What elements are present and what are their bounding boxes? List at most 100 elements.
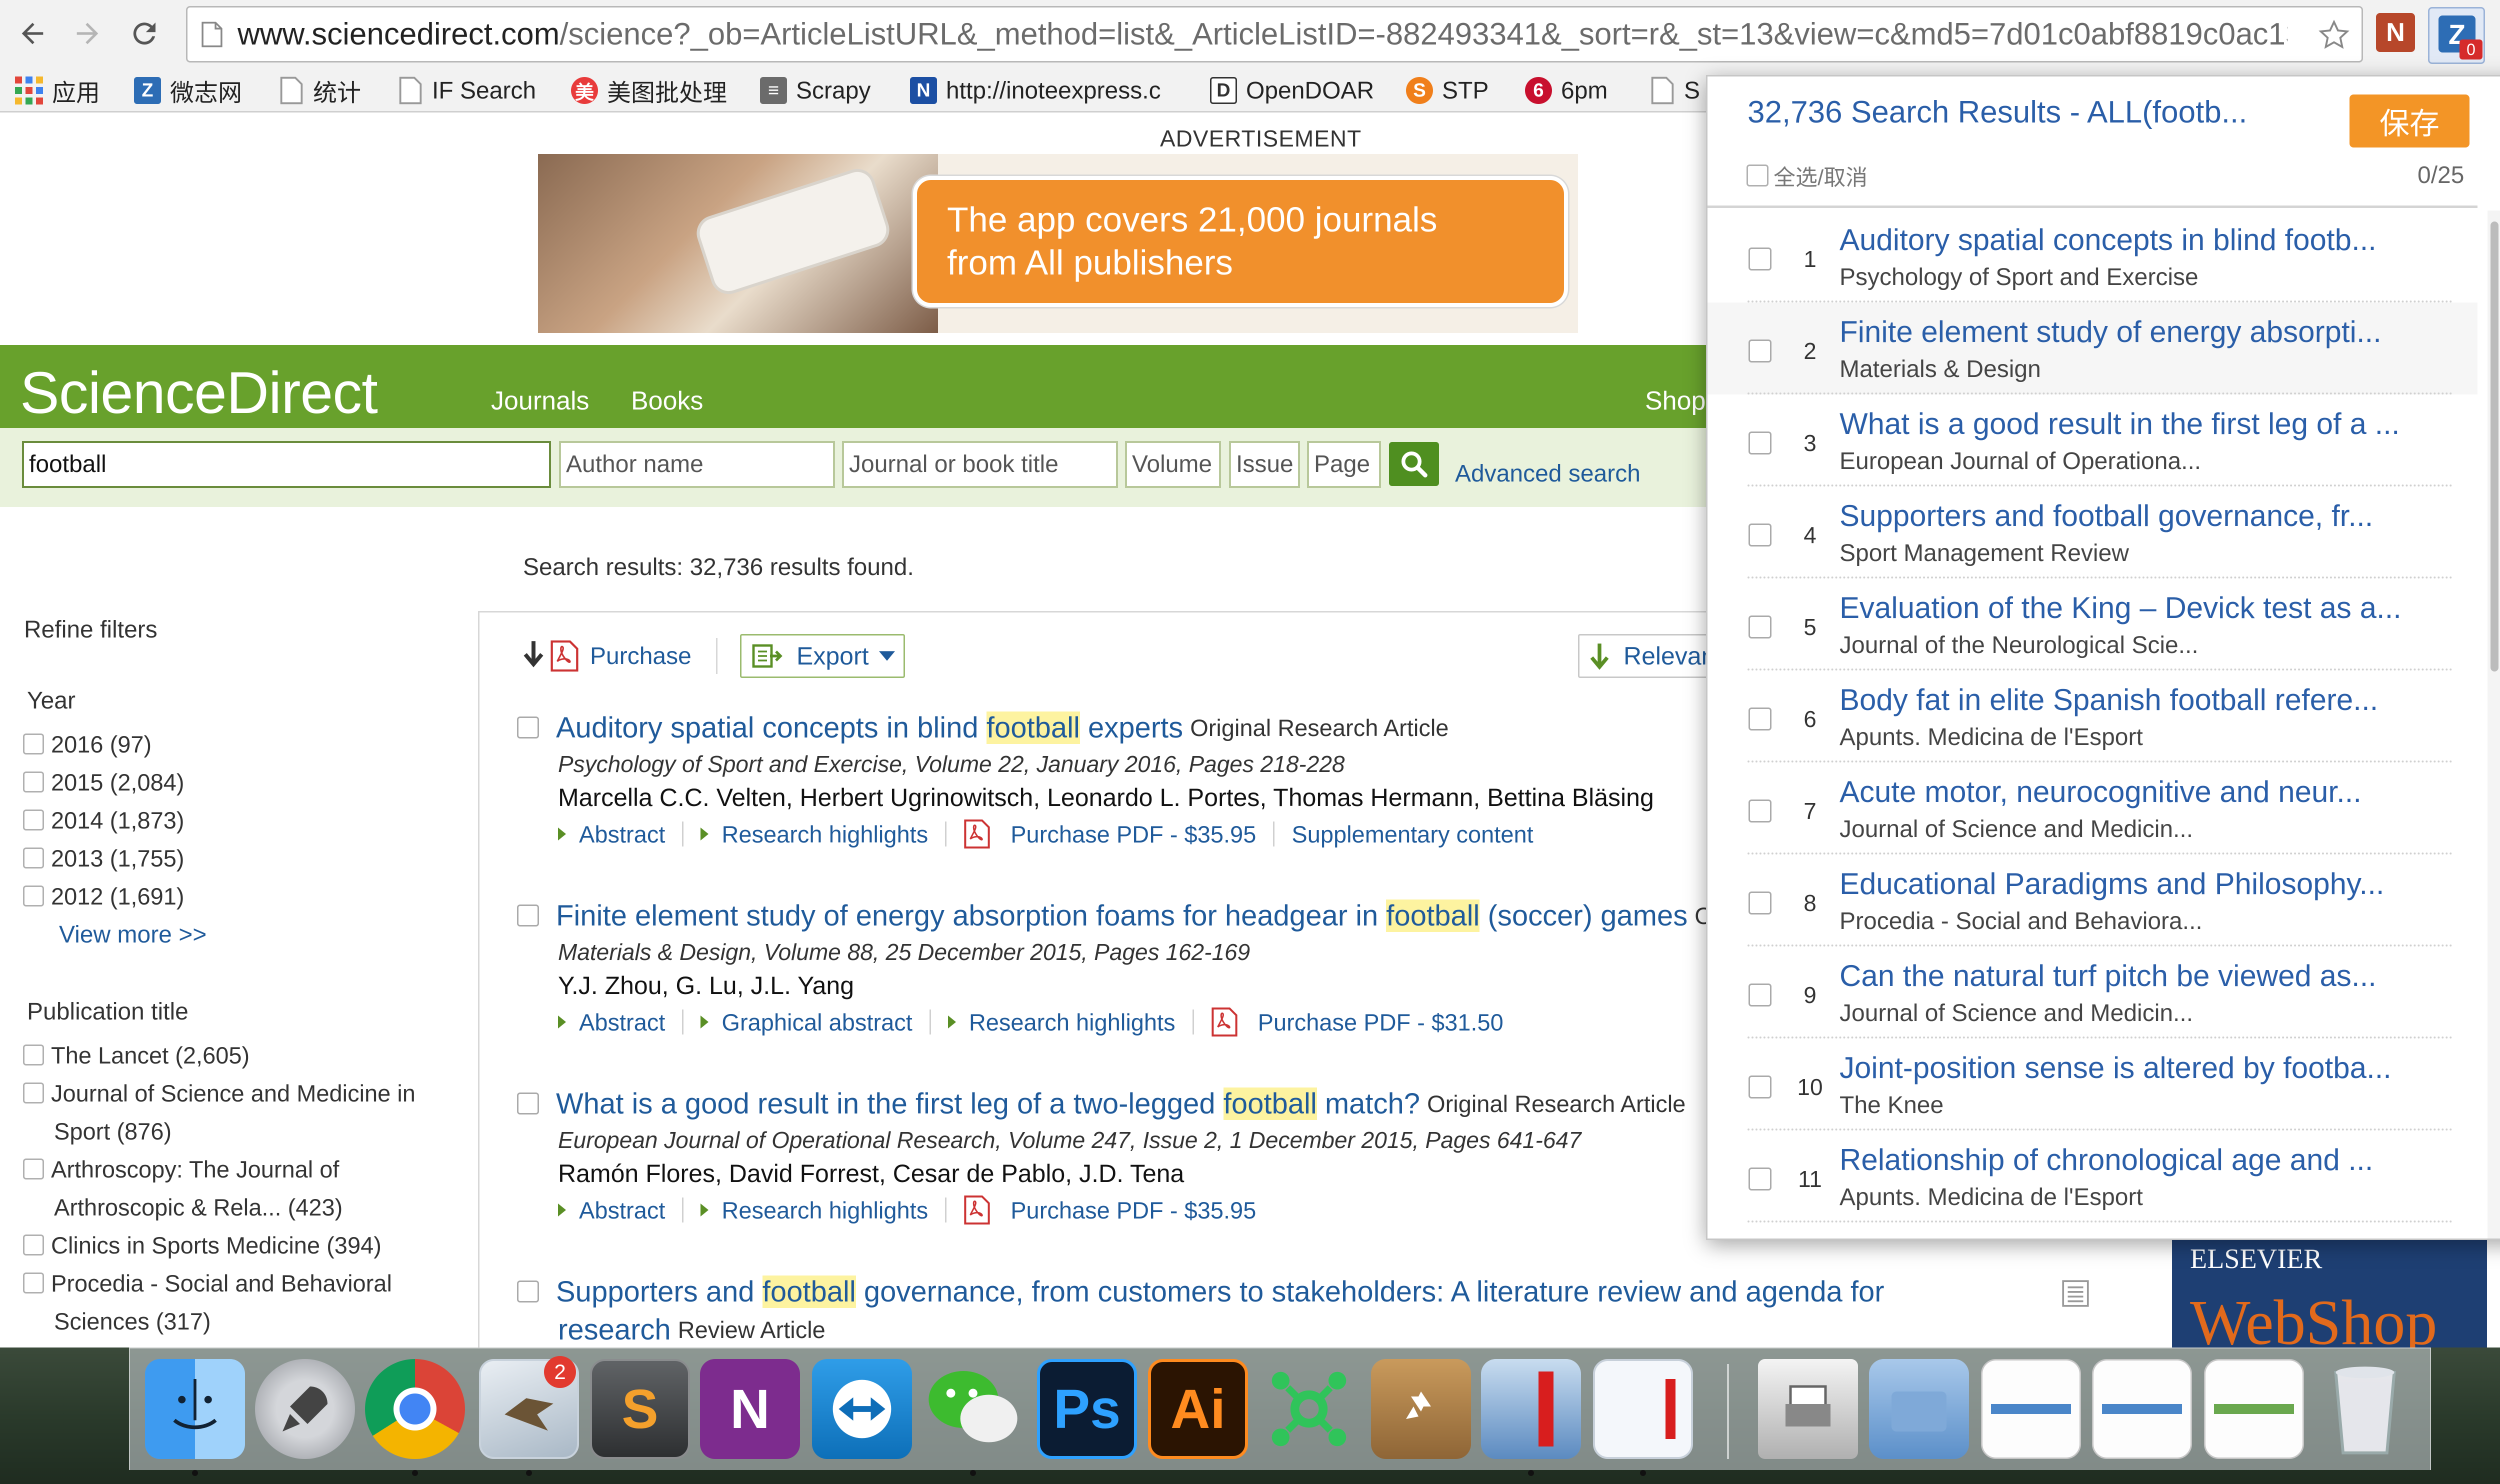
popup-scrollbar-thumb[interactable] bbox=[2490, 222, 2498, 672]
popup-item-checkbox[interactable] bbox=[1748, 248, 1772, 270]
export-dropdown[interactable]: Export bbox=[740, 634, 905, 678]
checkbox[interactable] bbox=[23, 886, 44, 906]
checkbox[interactable] bbox=[23, 848, 44, 868]
wechat-icon[interactable] bbox=[923, 1359, 1023, 1459]
sublime-icon[interactable]: S bbox=[590, 1359, 690, 1459]
result-title-link-cont[interactable]: research bbox=[558, 1313, 671, 1346]
search-button[interactable] bbox=[1389, 442, 1439, 486]
nav-shop[interactable]: Shop bbox=[1645, 386, 1706, 416]
bookmark-6pm[interactable]: 6 6pm bbox=[1525, 72, 1608, 108]
finder-icon[interactable] bbox=[145, 1359, 245, 1459]
popup-item-checkbox[interactable] bbox=[1748, 340, 1772, 362]
popup-item[interactable]: 2 Finite element study of energy absorpti… bbox=[1708, 302, 2478, 394]
result-checkbox[interactable] bbox=[517, 716, 539, 738]
author-input[interactable]: Author name bbox=[559, 441, 835, 488]
popup-item[interactable]: 7 Acute motor, neurocognitive and neur...… bbox=[1708, 762, 2478, 854]
checkbox[interactable] bbox=[23, 810, 44, 830]
popup-item-checkbox[interactable] bbox=[1748, 524, 1772, 546]
bookmark-tongji[interactable]: 统计 bbox=[280, 72, 361, 108]
save-button[interactable]: 保存 bbox=[2350, 94, 2470, 148]
bookmark-stp[interactable]: S STP bbox=[1406, 72, 1488, 108]
zotero-extension-button[interactable]: Z 0 bbox=[2428, 7, 2485, 64]
purchase-pdf-link[interactable]: Purchase PDF - $31.50 bbox=[1211, 1006, 1504, 1038]
photoshop-icon[interactable]: Ps bbox=[1037, 1359, 1137, 1459]
page-input[interactable]: Page bbox=[1307, 441, 1381, 488]
view-more-link[interactable]: View more >> bbox=[59, 921, 206, 948]
address-bar[interactable]: www.sciencedirect.com/science?_ob=Articl… bbox=[186, 6, 2363, 62]
popup-item[interactable]: 8 Educational Paradigms and Philosophy...… bbox=[1708, 854, 2478, 946]
forward-button[interactable] bbox=[65, 11, 110, 56]
bookmark-opendoar[interactable]: D OpenDOAR bbox=[1210, 72, 1374, 108]
popup-item-checkbox[interactable] bbox=[1748, 432, 1772, 454]
purchase-pdf-link[interactable]: Purchase PDF - $35.95 bbox=[964, 1194, 1256, 1226]
abstract-link[interactable]: Abstract bbox=[558, 820, 665, 848]
bookmark-if-search[interactable]: IF Search bbox=[399, 72, 536, 108]
pub-filter-arthroscopy[interactable]: Arthroscopy: The Journal of bbox=[23, 1150, 416, 1188]
result-title-link[interactable]: What is a good result in the first leg o… bbox=[556, 1087, 1420, 1120]
sciencedirect-logo[interactable]: ScienceDirect bbox=[20, 359, 378, 427]
popup-item[interactable]: 5 Evaluation of the King – Devick test as… bbox=[1708, 578, 2478, 670]
nav-books[interactable]: Books bbox=[631, 386, 704, 416]
popup-item[interactable]: 3 What is a good result in the first leg … bbox=[1708, 394, 2478, 486]
abstract-link[interactable]: Abstract bbox=[558, 1008, 665, 1036]
abstract-link[interactable]: Abstract bbox=[558, 1196, 665, 1224]
popup-item-title[interactable]: What is a good result in the first leg o… bbox=[1840, 406, 2400, 441]
year-filter-2016[interactable]: 2016 (97) bbox=[23, 725, 184, 763]
checkbox[interactable] bbox=[23, 734, 44, 754]
popup-item-title[interactable]: Acute motor, neurocognitive and neur... bbox=[1840, 774, 2362, 809]
popup-item-title[interactable]: Relationship of chronological age and ..… bbox=[1840, 1142, 2373, 1177]
result-title-link[interactable]: Finite element study of energy absorptio… bbox=[556, 899, 1688, 932]
search-input[interactable]: football bbox=[22, 441, 551, 488]
checkbox[interactable] bbox=[23, 1158, 44, 1180]
popup-item[interactable]: 4 Supporters and football governance, fr.… bbox=[1708, 486, 2478, 578]
checkbox[interactable] bbox=[23, 772, 44, 792]
back-button[interactable] bbox=[10, 11, 55, 56]
screenshot-icon[interactable] bbox=[2092, 1359, 2192, 1459]
popup-item-title[interactable]: Body fat in elite Spanish football refer… bbox=[1840, 682, 2378, 717]
sort-relevance-button[interactable]: Relevan bbox=[1578, 634, 1718, 678]
year-filter-2015[interactable]: 2015 (2,084) bbox=[23, 763, 184, 801]
nav-journals[interactable]: Journals bbox=[491, 386, 590, 416]
preview-list-icon[interactable] bbox=[2060, 1278, 2091, 1309]
supplementary-content-link[interactable]: Supplementary content bbox=[1292, 820, 1533, 848]
research-highlights-link[interactable]: Research highlights bbox=[700, 1196, 928, 1224]
popup-item-checkbox[interactable] bbox=[1748, 800, 1772, 822]
illustrator-icon[interactable]: Ai bbox=[1148, 1359, 1248, 1459]
xmind-icon[interactable] bbox=[1259, 1359, 1359, 1459]
advanced-search-link[interactable]: Advanced search bbox=[1455, 460, 1640, 488]
archive-utility-icon[interactable] bbox=[1371, 1359, 1471, 1459]
launchpad-icon[interactable] bbox=[255, 1359, 355, 1459]
bookmark-s[interactable]: S bbox=[1651, 72, 1700, 108]
app-window-icon[interactable] bbox=[1593, 1359, 1693, 1459]
pub-filter-clinics[interactable]: Clinics in Sports Medicine (394) bbox=[23, 1226, 416, 1264]
result-title-link[interactable]: Supporters and football governance, from… bbox=[556, 1275, 1884, 1308]
popup-item-checkbox[interactable] bbox=[1748, 984, 1772, 1006]
bookmark-apps[interactable]: 应用 bbox=[15, 72, 100, 108]
pub-filter-jsms[interactable]: Journal of Science and Medicine in bbox=[23, 1074, 416, 1112]
checkbox[interactable] bbox=[23, 1234, 44, 1256]
elsevier-webshop-ad[interactable]: ELSEVIER WebShop bbox=[2172, 1236, 2487, 1351]
journal-input[interactable]: Journal or book title bbox=[842, 441, 1118, 488]
trash-icon[interactable] bbox=[2315, 1359, 2415, 1459]
result-checkbox[interactable] bbox=[517, 904, 539, 926]
result-title-link[interactable]: Auditory spatial concepts in blind footb… bbox=[556, 711, 1183, 744]
bookmark-star-icon[interactable] bbox=[2318, 18, 2350, 52]
bookmark-weizhi[interactable]: Z 微志网 bbox=[134, 72, 242, 108]
popup-item[interactable]: 11 Relationship of chronological age and … bbox=[1708, 1130, 2478, 1222]
pub-filter-procedia[interactable]: Procedia - Social and Behavioral bbox=[23, 1264, 416, 1302]
checkbox[interactable] bbox=[23, 1044, 44, 1066]
select-all-checkbox[interactable] bbox=[1746, 164, 1768, 186]
select-all-toggle[interactable]: 全选/取消 bbox=[1746, 160, 1868, 192]
download-pdfs-button[interactable]: Purchase bbox=[520, 634, 692, 678]
bookmark-scrapy[interactable]: ≡ Scrapy bbox=[760, 72, 870, 108]
bookmark-meitu[interactable]: 美 美图批处理 bbox=[571, 72, 727, 108]
screenshot-icon[interactable] bbox=[1981, 1359, 2081, 1459]
popup-item-checkbox[interactable] bbox=[1748, 616, 1772, 638]
popup-item-title[interactable]: Supporters and football governance, fr..… bbox=[1840, 498, 2373, 533]
onenote-extension-icon[interactable]: N bbox=[2376, 13, 2415, 52]
year-filter-2014[interactable]: 2014 (1,873) bbox=[23, 801, 184, 839]
reload-button[interactable] bbox=[122, 11, 167, 56]
research-highlights-link[interactable]: Research highlights bbox=[948, 1008, 1176, 1036]
pub-filter-lancet[interactable]: The Lancet (2,605) bbox=[23, 1036, 416, 1074]
checkbox[interactable] bbox=[23, 1082, 44, 1104]
